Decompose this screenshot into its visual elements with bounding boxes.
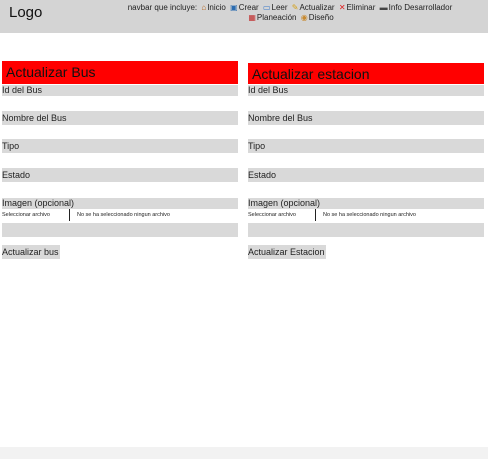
palette-icon: ◉ — [300, 13, 308, 22]
navbar: navbar que incluye: ⌂Inicio ▣Crear ▭Leer… — [100, 3, 480, 23]
nav-item-label: Info Desarrollador — [388, 3, 453, 12]
header: Logo navbar que incluye: ⌂Inicio ▣Crear … — [0, 0, 488, 33]
form-title: Actualizar Bus — [2, 61, 238, 84]
nav-item-label: Crear — [238, 3, 259, 12]
nav-item-label: Diseño — [308, 13, 334, 22]
nav-item-planeacion[interactable]: ▦Planeación — [248, 13, 296, 22]
nav-item-crear[interactable]: ▣Crear — [230, 3, 259, 12]
new-icon: ▣ — [230, 3, 238, 12]
file-status: No se ha seleccionado ningun archivo — [323, 212, 416, 218]
update-station-button[interactable]: Actualizar Estacion — [248, 245, 326, 259]
update-bus-button[interactable]: Actualizar bus — [2, 245, 60, 259]
id-field[interactable]: Id del Bus — [248, 85, 484, 96]
nav-item-diseno[interactable]: ◉Diseño — [301, 13, 334, 22]
nav-item-eliminar[interactable]: ✕Eliminar — [339, 3, 376, 12]
type-field[interactable]: Tipo — [2, 139, 238, 153]
calendar-icon: ▦ — [248, 13, 256, 22]
nav-item-leer[interactable]: ▭Leer — [263, 3, 288, 12]
choose-file-button[interactable]: Seleccionar archivo — [248, 210, 296, 220]
nav-item-label: Eliminar — [346, 3, 376, 12]
file-input[interactable]: Seleccionar archivo No se ha seleccionad… — [2, 209, 238, 221]
name-field[interactable]: Nombre del Bus — [2, 111, 238, 125]
id-field[interactable]: Id del Bus — [2, 85, 238, 96]
state-field[interactable]: Estado — [2, 168, 238, 182]
nav-item-info-desarrollador[interactable]: ▬Info Desarrollador — [380, 3, 453, 12]
nav-item-inicio[interactable]: ⌂Inicio — [201, 3, 226, 12]
image-label: Imagen (opcional) — [2, 198, 238, 209]
image-field[interactable] — [248, 223, 484, 237]
divider — [69, 209, 70, 221]
image-label: Imagen (opcional) — [248, 198, 484, 209]
laptop-icon: ▬ — [379, 3, 388, 12]
pencil-icon: ✎ — [291, 3, 299, 12]
house-icon: ⌂ — [201, 3, 207, 12]
file-status: No se ha seleccionado ningun archivo — [77, 212, 170, 218]
type-field[interactable]: Tipo — [248, 139, 484, 153]
nav-item-label: Planeación — [256, 13, 297, 22]
choose-file-button[interactable]: Seleccionar archivo — [2, 210, 50, 220]
file-input[interactable]: Seleccionar archivo No se ha seleccionad… — [248, 209, 484, 221]
book-icon: ▭ — [262, 3, 271, 12]
nav-item-label: Inicio — [207, 3, 226, 12]
image-field[interactable] — [2, 223, 238, 237]
name-field[interactable]: Nombre del Bus — [248, 111, 484, 125]
nav-item-label: Leer — [271, 3, 288, 12]
nav-item-actualizar[interactable]: ✎Actualizar — [292, 3, 335, 12]
state-field[interactable]: Estado — [248, 168, 484, 182]
navbar-prefix: navbar que incluye: — [127, 3, 198, 12]
form-title: Actualizar estacion — [248, 63, 484, 84]
logo: Logo — [9, 4, 43, 21]
divider — [315, 209, 316, 221]
nav-item-label: Actualizar — [299, 3, 335, 12]
cross-icon: ✕ — [338, 3, 346, 12]
